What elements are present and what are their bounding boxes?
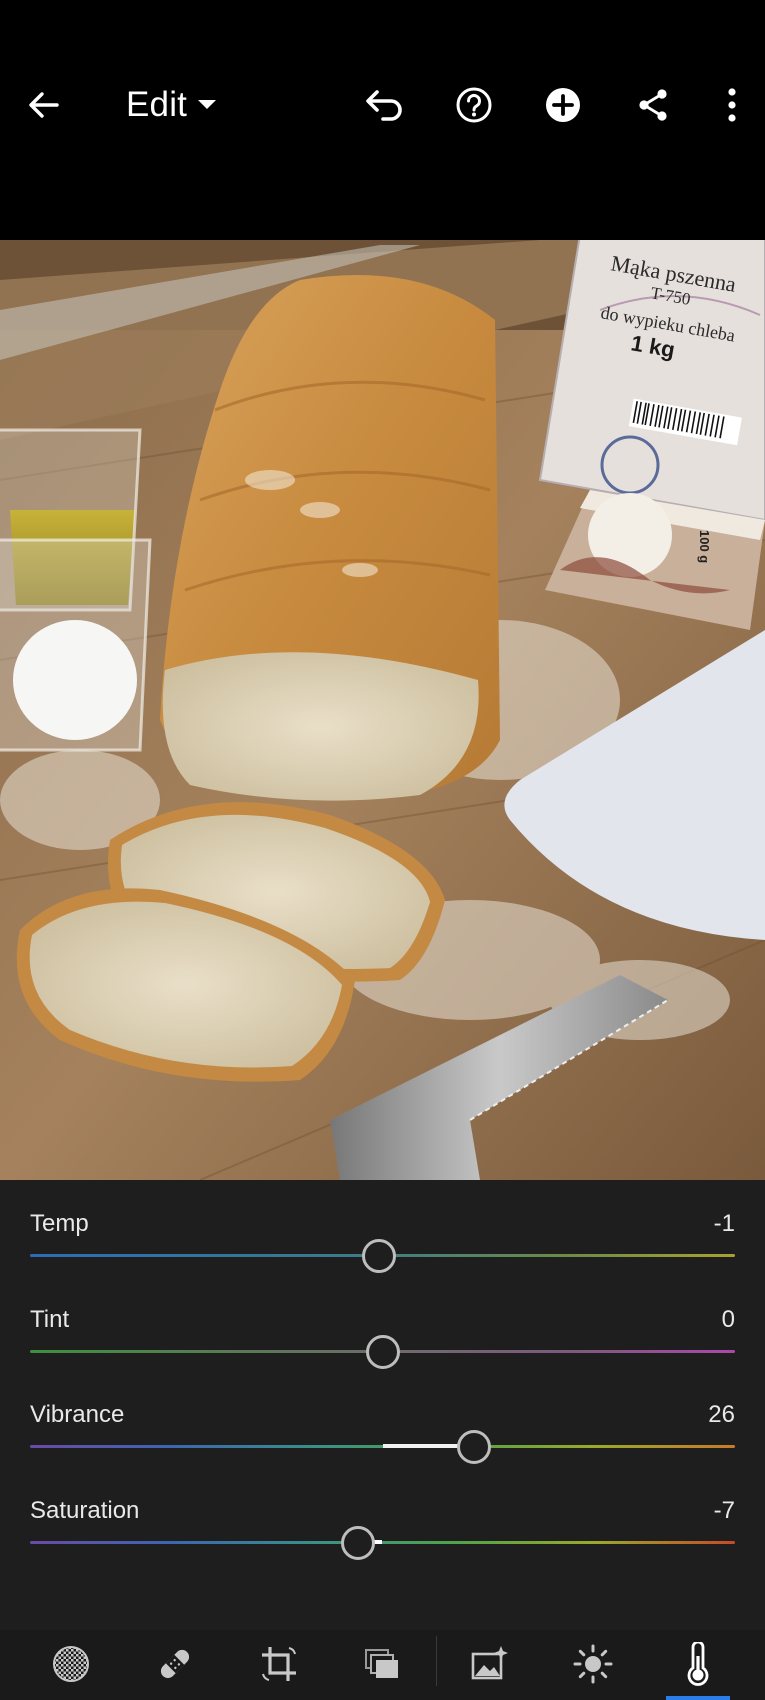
- color-tool-button[interactable]: [668, 1638, 728, 1690]
- saturation-label: Saturation: [30, 1497, 140, 1524]
- edit-mode-label: Edit: [126, 85, 188, 124]
- tint-value[interactable]: 0: [722, 1306, 735, 1334]
- saturation-slider-track[interactable]: [30, 1541, 735, 1544]
- auto-enhance-icon: [471, 1646, 508, 1680]
- tint-slider-knob[interactable]: [365, 1335, 400, 1369]
- presets-tool-button[interactable]: [352, 1638, 412, 1690]
- healing-bandage-icon: [160, 1649, 190, 1679]
- undo-icon: [366, 90, 402, 121]
- vibrance-slider-knob[interactable]: [457, 1430, 492, 1464]
- back-button[interactable]: [17, 78, 71, 132]
- presets-stack-icon: [365, 1649, 398, 1678]
- bread-photo: Mąka pszenna T-750 do wypieku chleba 1 k…: [0, 240, 765, 1180]
- temp-slider-row: Temp -1: [0, 1210, 765, 1300]
- saturation-value[interactable]: -7: [714, 1497, 735, 1525]
- tint-slider-row: Tint 0: [0, 1306, 765, 1396]
- crop-tool-button[interactable]: [249, 1638, 309, 1690]
- tint-label: Tint: [30, 1306, 70, 1333]
- yeast-weight-label: 100 g: [697, 530, 712, 563]
- saturation-slider-row: Saturation -7: [0, 1497, 765, 1587]
- help-button[interactable]: [447, 78, 501, 132]
- share-icon: [639, 89, 667, 121]
- edit-tools-toolbar: [0, 1630, 765, 1700]
- temp-label: Temp: [30, 1210, 89, 1237]
- more-vertical-icon: [728, 88, 736, 122]
- temp-slider-knob[interactable]: [361, 1239, 396, 1273]
- selective-mask-icon: [53, 1646, 89, 1682]
- help-circle-icon: [456, 87, 492, 123]
- more-options-button[interactable]: [705, 78, 759, 132]
- saturation-slider-knob[interactable]: [340, 1526, 375, 1560]
- arrow-left-icon: [29, 92, 59, 118]
- add-button[interactable]: [536, 78, 590, 132]
- light-tool-button[interactable]: [563, 1638, 623, 1690]
- edit-mode-dropdown[interactable]: Edit: [126, 82, 217, 128]
- caret-down-icon: [198, 100, 217, 109]
- healing-tool-button[interactable]: [145, 1638, 205, 1690]
- plus-circle-icon: [546, 88, 580, 122]
- auto-tool-button[interactable]: [459, 1638, 519, 1690]
- top-app-bar: Edit: [0, 0, 765, 240]
- color-adjustments-panel: Temp -1 Tint 0 Vibrance 26 Saturation -7: [0, 1180, 765, 1630]
- vibrance-value[interactable]: 26: [708, 1401, 735, 1429]
- toolbar-divider: [436, 1636, 437, 1686]
- selective-tool-button[interactable]: [41, 1638, 101, 1690]
- active-tool-indicator: [666, 1696, 730, 1700]
- salt-glass: [0, 538, 152, 752]
- temp-value[interactable]: -1: [714, 1210, 735, 1238]
- flour-bag: Mąka pszenna T-750 do wypieku chleba 1 k…: [538, 240, 765, 522]
- color-thermometer-icon: [687, 1642, 709, 1686]
- photo-canvas[interactable]: Mąka pszenna T-750 do wypieku chleba 1 k…: [0, 240, 765, 1180]
- undo-button[interactable]: [358, 78, 412, 132]
- crop-rotate-icon: [262, 1647, 296, 1681]
- vibrance-label: Vibrance: [30, 1401, 125, 1428]
- light-sun-icon: [573, 1644, 613, 1684]
- share-button[interactable]: [626, 78, 680, 132]
- vibrance-slider-row: Vibrance 26: [0, 1401, 765, 1491]
